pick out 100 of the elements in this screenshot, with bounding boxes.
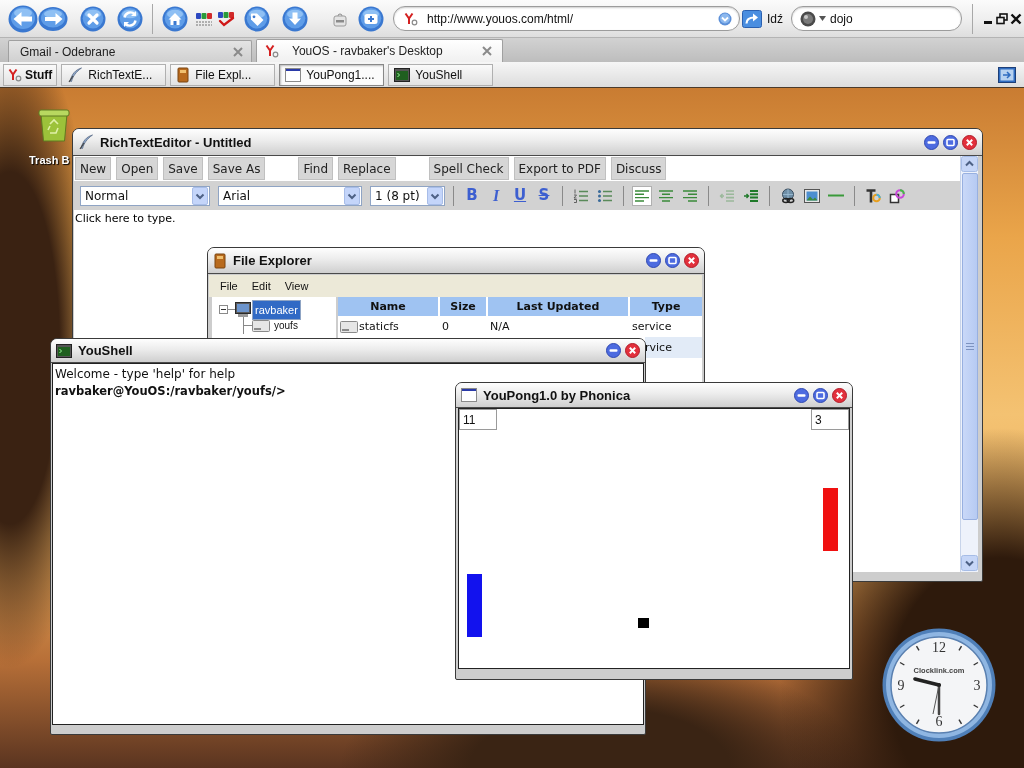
terminal-icon — [56, 343, 72, 358]
minimize-icon[interactable] — [606, 343, 621, 358]
icon-label[interactable]: Trash B — [29, 154, 70, 166]
bullet-list-icon — [597, 187, 613, 204]
toolbar-button[interactable]: Replace — [338, 157, 396, 180]
scrollbar[interactable] — [960, 156, 978, 572]
image-icon — [804, 188, 820, 203]
font-size-select[interactable]: 1 (8 pt) — [370, 185, 445, 206]
book-icon — [176, 66, 191, 83]
menu-item[interactable]: Edit — [251, 280, 271, 292]
trash-icon[interactable] — [38, 108, 70, 142]
terminal-icon — [394, 67, 411, 82]
forward-icon[interactable] — [38, 4, 68, 33]
align-left-button[interactable] — [632, 185, 652, 206]
window-title: File Explorer — [233, 253, 312, 268]
link-icon — [780, 187, 796, 204]
menu-item[interactable]: View — [284, 280, 309, 292]
maximize-icon[interactable] — [813, 387, 828, 403]
tree-item[interactable]: ravbaker — [252, 299, 301, 320]
maximize-icon[interactable] — [665, 253, 680, 268]
menu-item[interactable]: File — [220, 280, 238, 292]
download-icon[interactable] — [282, 5, 308, 32]
tag-icon[interactable] — [244, 5, 270, 32]
numbered-list-icon — [573, 187, 589, 204]
minimize-icon[interactable] — [924, 134, 939, 150]
taskbar-button[interactable]: YouShell — [388, 63, 494, 86]
game-canvas[interactable]: 11 3 — [458, 408, 850, 669]
score-display: 3 — [811, 409, 849, 430]
go-button[interactable]: Idź — [742, 9, 783, 28]
search-engine-icon[interactable] — [800, 10, 816, 27]
italic-button[interactable]: I — [486, 185, 506, 206]
toolbar-button[interactable]: Open — [116, 157, 159, 180]
search-field[interactable]: dojo — [791, 6, 962, 31]
clock-numeral: 12 — [932, 641, 946, 655]
back-icon[interactable] — [8, 4, 38, 33]
screen-icon[interactable] — [998, 66, 1016, 83]
restore-icon[interactable] — [996, 12, 1008, 25]
bold-button[interactable]: B — [462, 185, 482, 206]
quill-icon — [67, 66, 84, 83]
browser-tab[interactable]: YouOS - ravbaker's Desktop — [256, 39, 503, 62]
column-header[interactable]: Name — [338, 297, 438, 316]
clock-numeral: 3 — [973, 679, 981, 693]
underline-button[interactable]: U — [510, 185, 530, 206]
font-select[interactable]: Arial — [218, 185, 362, 206]
spell-check-icon[interactable] — [217, 10, 235, 27]
chevron-icon[interactable] — [427, 186, 443, 205]
chevron-icon[interactable] — [344, 186, 360, 205]
window-icon — [461, 388, 477, 402]
column-header[interactable]: Last Updated — [488, 297, 628, 316]
maximize-icon[interactable] — [943, 134, 958, 150]
column-header[interactable]: Type — [630, 297, 702, 316]
left-paddle — [467, 574, 482, 637]
close-icon[interactable] — [1010, 12, 1022, 25]
book-icon — [213, 252, 227, 269]
dropdown-icon[interactable] — [718, 11, 732, 26]
reload-icon[interactable] — [117, 5, 143, 32]
browser-tab[interactable]: Gmail - Odebrane — [8, 40, 252, 62]
file-type: rvice — [645, 337, 702, 358]
align-left-icon — [634, 189, 650, 202]
scroll-down-icon[interactable] — [961, 555, 978, 571]
toolbar-button[interactable]: Export to PDF — [513, 157, 606, 180]
text-editing-area[interactable]: Click here to type. — [75, 212, 959, 226]
label-icon[interactable] — [333, 10, 347, 27]
align-center-icon — [658, 189, 674, 202]
toolbar-button[interactable]: Find — [298, 157, 334, 180]
clock-numeral: 9 — [897, 679, 905, 693]
address-field[interactable]: http://www.youos.com/html/ — [393, 6, 740, 31]
toolbar-button[interactable]: Save As — [207, 157, 266, 180]
scroll-thumb[interactable] — [961, 173, 978, 520]
score-display: 11 — [459, 409, 497, 430]
web-spelling-icon[interactable] — [196, 10, 212, 27]
tree-item[interactable]: youfs — [272, 318, 300, 333]
site-logo-icon — [404, 11, 418, 26]
collapse-icon[interactable] — [219, 305, 228, 314]
window-title: YouShell — [78, 343, 133, 358]
right-paddle — [823, 488, 838, 551]
caret-icon[interactable] — [819, 16, 826, 21]
minimize-icon[interactable] — [646, 253, 661, 268]
toolbar-button[interactable]: New — [75, 157, 112, 180]
prompt-text: ravbaker@YouOS:/ravbaker/youfs/> — [55, 383, 286, 400]
toolbar-button[interactable]: Save — [163, 157, 203, 180]
computer-icon — [235, 301, 251, 318]
strikethrough-button[interactable]: S — [534, 185, 554, 206]
column-header[interactable]: Size — [440, 297, 486, 316]
output-text: Welcome - type 'help' for help — [55, 366, 236, 383]
taskbar-button[interactable]: RichTextE... — [61, 63, 167, 86]
paragraph-style-select[interactable]: Normal — [80, 185, 210, 206]
toolbar-button[interactable]: Discuss — [610, 157, 667, 180]
stop-icon[interactable] — [80, 5, 106, 32]
home-icon[interactable] — [162, 5, 188, 32]
taskbar-button[interactable]: File Expl... — [170, 63, 276, 86]
taskbar-button[interactable]: YouPong1.... — [279, 63, 385, 86]
scroll-up-icon[interactable] — [961, 156, 978, 172]
file-date: N/A — [490, 320, 510, 333]
add-icon[interactable] — [358, 5, 384, 32]
chevron-icon[interactable] — [192, 186, 208, 205]
start-button[interactable]: Stuff — [3, 63, 58, 86]
grip-icon — [965, 343, 974, 350]
minimize-icon[interactable] — [794, 387, 809, 403]
toolbar-button[interactable]: Spell Check — [428, 157, 509, 180]
